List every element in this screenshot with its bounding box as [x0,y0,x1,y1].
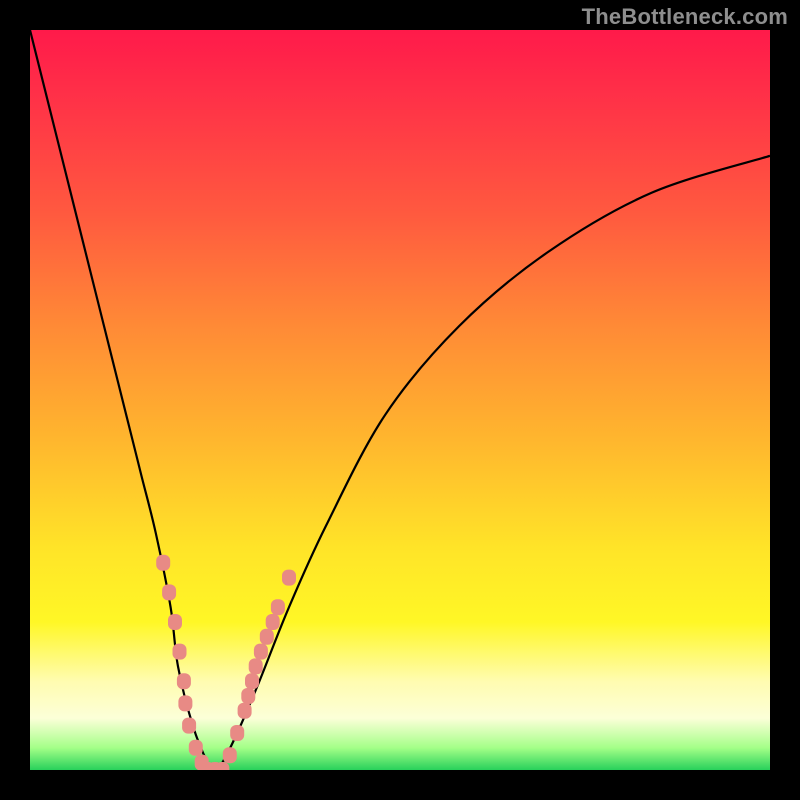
marker-dot [223,747,237,763]
marker-dot [156,555,170,571]
marker-dot [245,673,259,689]
marker-dot [230,725,244,741]
marker-dot [282,570,296,586]
marker-dots-group [156,555,296,770]
marker-dot [189,740,203,756]
marker-dot [173,644,187,660]
marker-dot [260,629,274,645]
marker-dot [178,695,192,711]
marker-dot [182,718,196,734]
marker-dot [266,614,280,630]
watermark-text: TheBottleneck.com [582,4,788,30]
chart-frame: TheBottleneck.com [0,0,800,800]
marker-dot [249,658,263,674]
marker-dot [238,703,252,719]
marker-dot [168,614,182,630]
marker-dot [271,599,285,615]
marker-dot [177,673,191,689]
marker-dot [162,584,176,600]
marker-dot [241,688,255,704]
chart-plot-area [30,30,770,770]
marker-dots-svg [30,30,770,770]
marker-dot [254,644,268,660]
